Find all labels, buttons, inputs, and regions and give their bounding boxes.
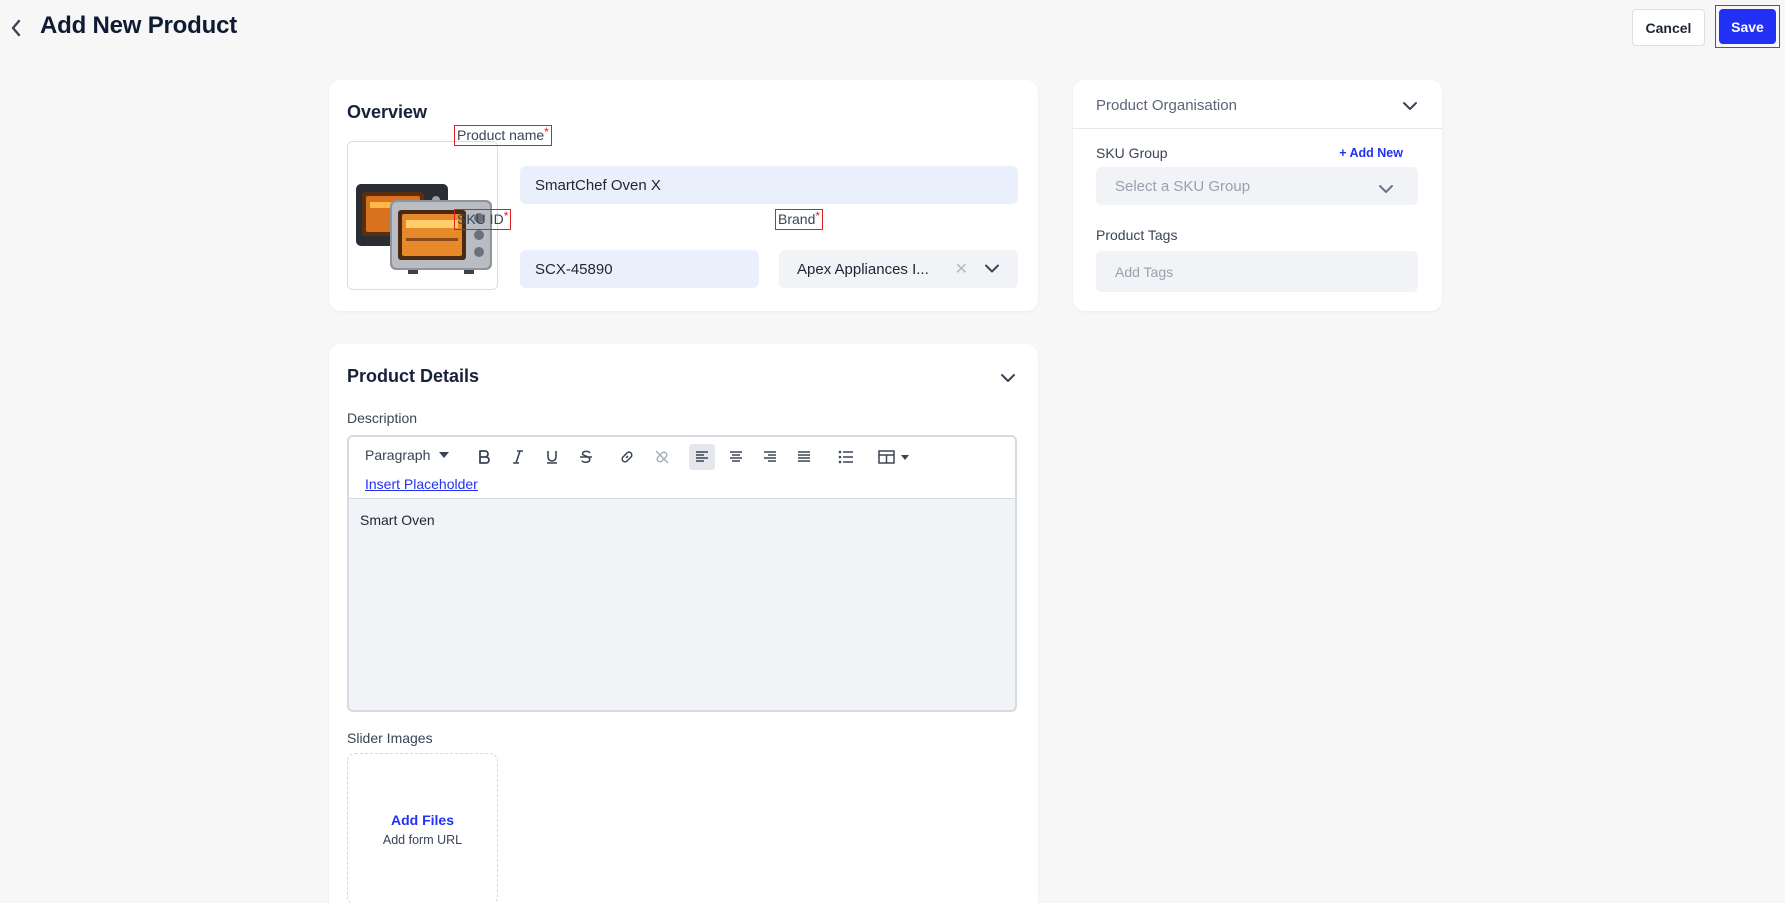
italic-icon[interactable] <box>505 444 531 470</box>
add-new-sku-group-link[interactable]: + Add New <box>1339 146 1403 160</box>
unlink-icon[interactable] <box>649 444 675 470</box>
editor-toolbar: Paragraph Insert Placeholder <box>349 437 1015 499</box>
bullet-list-icon[interactable] <box>833 444 859 470</box>
sku-group-placeholder: Select a SKU Group <box>1115 177 1251 195</box>
chevron-left-icon <box>11 19 21 37</box>
align-right-icon[interactable] <box>757 444 783 470</box>
organisation-title: Product Organisation <box>1096 97 1237 114</box>
caret-down-icon <box>439 452 450 458</box>
paragraph-style-label: Paragraph <box>365 447 431 463</box>
chevron-down-icon[interactable] <box>1378 181 1394 198</box>
product-name-label: Product name* <box>454 125 552 146</box>
brand-select[interactable]: Apex Appliances I... ✕ <box>779 250 1018 288</box>
page-title: Add New Product <box>40 12 238 39</box>
align-center-icon[interactable] <box>723 444 749 470</box>
underline-icon[interactable] <box>539 444 565 470</box>
add-url-link[interactable]: Add form URL <box>383 833 462 847</box>
sku-group-select[interactable]: Select a SKU Group <box>1096 167 1418 205</box>
add-files-button[interactable]: Add Files <box>391 812 454 828</box>
insert-placeholder-link[interactable]: Insert Placeholder <box>365 476 478 492</box>
product-tags-input[interactable]: Add Tags <box>1096 251 1418 292</box>
cancel-button[interactable]: Cancel <box>1632 9 1705 46</box>
overview-title: Overview <box>347 102 428 122</box>
product-details-card: Product Details Description Paragraph In… <box>329 344 1038 903</box>
align-left-icon[interactable] <box>689 444 715 470</box>
save-button-highlight: Save <box>1715 5 1780 48</box>
brand-value: Apex Appliances I... <box>797 260 929 278</box>
sku-id-label: SKU ID* <box>454 209 512 230</box>
chevron-down-icon[interactable] <box>1402 98 1418 116</box>
product-details-title: Product Details <box>347 366 480 386</box>
product-tags-label: Product Tags <box>1096 227 1178 243</box>
link-icon[interactable] <box>614 444 640 470</box>
table-icon[interactable] <box>875 444 915 470</box>
overview-card: Overview Product name* SmartChef Oven X … <box>329 80 1038 311</box>
strikethrough-icon[interactable] <box>573 444 599 470</box>
brand-label: Brand* <box>775 209 824 230</box>
align-justify-icon[interactable] <box>791 444 817 470</box>
slider-images-dropzone[interactable]: Add Files Add form URL <box>347 753 498 903</box>
product-name-input[interactable]: SmartChef Oven X <box>520 166 1018 204</box>
slider-images-label: Slider Images <box>347 730 433 746</box>
sku-id-input[interactable]: SCX-45890 <box>520 250 759 288</box>
clear-icon[interactable]: ✕ <box>955 259 968 279</box>
chevron-down-icon[interactable] <box>984 261 1000 278</box>
back-button[interactable] <box>4 14 28 42</box>
chevron-down-icon[interactable] <box>1000 370 1016 388</box>
organisation-header[interactable]: Product Organisation <box>1073 80 1442 129</box>
save-button[interactable]: Save <box>1719 9 1776 44</box>
sku-group-label: SKU Group <box>1096 145 1168 161</box>
description-label: Description <box>347 410 418 426</box>
description-text[interactable]: Smart Oven <box>360 512 435 528</box>
paragraph-style-select[interactable]: Paragraph <box>365 447 450 463</box>
bold-icon[interactable] <box>471 444 497 470</box>
description-editor: Paragraph Insert Placeholder Smart Oven <box>347 435 1017 712</box>
product-organisation-card: Product Organisation SKU Group + Add New… <box>1073 80 1442 311</box>
